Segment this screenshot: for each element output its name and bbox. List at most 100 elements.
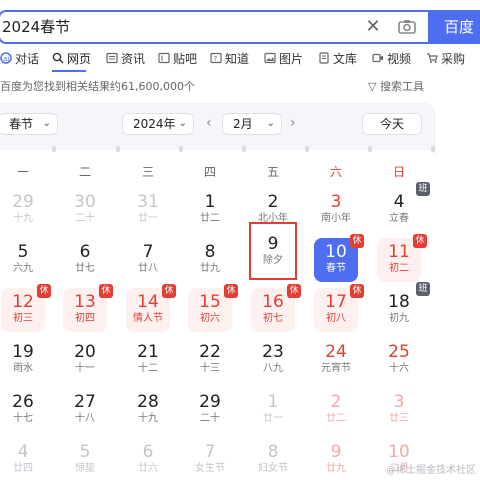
- lunar-label: 廿二: [326, 413, 346, 424]
- month-select[interactable]: 2月 ⌄: [222, 113, 282, 135]
- calendar-day[interactable]: 23 八九: [248, 336, 298, 384]
- calendar-day[interactable]: 7 女生节: [185, 436, 235, 480]
- calendar-day[interactable]: 5 惊蛰: [60, 436, 110, 480]
- day-number: 8: [204, 242, 216, 262]
- calendar-day[interactable]: 19 雨水: [0, 336, 48, 384]
- calendar-day[interactable]: 8 廿九: [185, 236, 235, 284]
- tab-images[interactable]: 图片: [264, 50, 303, 68]
- tab-news[interactable]: 资讯: [106, 50, 145, 68]
- binder-ring: [179, 146, 183, 152]
- today-button[interactable]: 今天: [362, 113, 422, 135]
- holiday-badge: 休: [350, 284, 364, 298]
- day-number: 20: [74, 342, 96, 362]
- tab-wenku[interactable]: 文库: [318, 50, 357, 68]
- day-number: 7: [204, 442, 216, 462]
- calendar-day[interactable]: 8 妇女节: [248, 436, 298, 480]
- holiday-select[interactable]: 春节 ⌄: [0, 113, 58, 135]
- lunar-label: 初六: [200, 313, 220, 324]
- search-input[interactable]: 2024春节: [0, 12, 70, 42]
- lunar-label: 廿九: [326, 463, 346, 474]
- calendar-day[interactable]: 18 初九班: [374, 282, 430, 334]
- calendar-day[interactable]: 4 廿四: [0, 436, 48, 480]
- calendar-day[interactable]: 3 南小年: [311, 186, 361, 234]
- question-icon: ?: [210, 51, 222, 64]
- search-icon: [52, 51, 64, 64]
- next-month-icon[interactable]: ›: [290, 115, 296, 131]
- calendar-day[interactable]: 9 廿九: [311, 436, 361, 480]
- calendar-day[interactable]: 13 初四休: [63, 284, 113, 332]
- lunar-label: 廿一: [263, 413, 283, 424]
- calendar-day[interactable]: 6 廿六: [123, 436, 173, 480]
- calendar-day[interactable]: 28 十九: [123, 386, 173, 434]
- tab-purchase[interactable]: 采购: [426, 50, 465, 68]
- day-number: 25: [388, 342, 410, 362]
- lunar-label: 初八: [326, 313, 346, 324]
- search-box[interactable]: 2024春节 ✕: [0, 10, 430, 44]
- weekday-label: 日: [392, 165, 405, 179]
- calendar-day[interactable]: 16 初七休: [251, 284, 301, 332]
- calendar-day[interactable]: 4 立春班: [374, 182, 430, 234]
- day-number: 19: [12, 342, 34, 362]
- lunar-label: 十八: [75, 413, 95, 424]
- calendar-day[interactable]: 26 十七: [0, 386, 48, 434]
- lunar-label: 十九: [13, 213, 33, 224]
- calendar-day[interactable]: 12 初三休: [1, 284, 51, 332]
- lunar-label: 春节: [326, 263, 346, 274]
- day-number: 21: [137, 342, 159, 362]
- tab-tieba[interactable]: 贴吧: [158, 50, 197, 68]
- lunar-label: 十二: [138, 363, 158, 374]
- search-tools-button[interactable]: ▽ 搜索工具: [368, 80, 424, 94]
- lunar-label: 立春: [389, 213, 409, 224]
- day-number: 1: [204, 192, 216, 212]
- tab-web[interactable]: 网页: [52, 50, 91, 68]
- image-icon: [264, 51, 276, 64]
- lunar-label: 妇女节: [258, 463, 288, 474]
- lunar-label: 八九: [263, 363, 283, 374]
- search-button[interactable]: 百度一下: [428, 10, 480, 70]
- calendar-day[interactable]: 27 十八: [60, 386, 110, 434]
- camera-icon[interactable]: [397, 18, 417, 36]
- calendar-day[interactable]: 17 初八休: [314, 284, 364, 332]
- binder-ring: [52, 146, 56, 152]
- calendar-day[interactable]: 1 廿一: [248, 386, 298, 434]
- holiday-badge: 休: [350, 234, 364, 248]
- cart-icon: [426, 51, 438, 63]
- calendar-day[interactable]: 7 廿八: [123, 236, 173, 284]
- calendar-day[interactable]: 20 十一: [60, 336, 110, 384]
- calendar-day[interactable]: 24 元宵节: [311, 336, 361, 384]
- calendar-day[interactable]: 2 廿二: [311, 386, 361, 434]
- calendar-day[interactable]: 5 六九: [0, 236, 48, 284]
- calendar-day[interactable]: 31 廿一: [123, 186, 173, 234]
- calendar-day[interactable]: 14 情人节休: [126, 284, 176, 332]
- watermark: @稀土掘金技术社区: [386, 465, 476, 476]
- day-number: 28: [137, 392, 159, 412]
- day-number: 2: [330, 392, 342, 412]
- calendar-day[interactable]: 15 初六休: [188, 284, 238, 332]
- tab-zhidao[interactable]: ? 知道: [210, 50, 249, 68]
- prev-month-icon[interactable]: ‹: [206, 115, 212, 131]
- calendar-day[interactable]: 3 廿三: [374, 386, 424, 434]
- year-select[interactable]: 2024年 ⌄: [122, 113, 194, 135]
- calendar-day[interactable]: 22 十三: [185, 336, 235, 384]
- lunar-label: 元宵节: [321, 363, 351, 374]
- calendar-day[interactable]: 30 二十: [60, 186, 110, 234]
- calendar-day[interactable]: 11 初二休: [377, 234, 427, 282]
- page: 2024春节 ✕ 百度一下 ai 对话 网页 资讯 贴吧 ? 知道 图片 文库 视频: [0, 0, 480, 480]
- calendar-day[interactable]: 1 廿二: [185, 186, 235, 234]
- tab-chat[interactable]: ai 对话: [0, 50, 39, 68]
- calendar-day[interactable]: 29 十九: [0, 186, 48, 234]
- calendar-day[interactable]: 21 十二: [123, 336, 173, 384]
- calendar-day[interactable]: 9 除夕: [249, 222, 297, 280]
- active-tab-indicator: [52, 70, 86, 72]
- calendar-day[interactable]: 6 廿七: [60, 236, 110, 284]
- day-number: 6: [142, 442, 154, 462]
- lunar-label: 初四: [75, 313, 95, 324]
- close-icon[interactable]: ✕: [364, 18, 382, 36]
- calendar-day[interactable]: 29 二十: [185, 386, 235, 434]
- day-number: 10: [388, 442, 410, 462]
- calendar-day[interactable]: 10 春节休: [314, 234, 364, 282]
- lunar-label: 雨水: [13, 363, 33, 374]
- tab-video[interactable]: 视频: [372, 50, 411, 68]
- weekday-label: 二: [78, 165, 91, 179]
- calendar-day[interactable]: 25 十六: [374, 336, 424, 384]
